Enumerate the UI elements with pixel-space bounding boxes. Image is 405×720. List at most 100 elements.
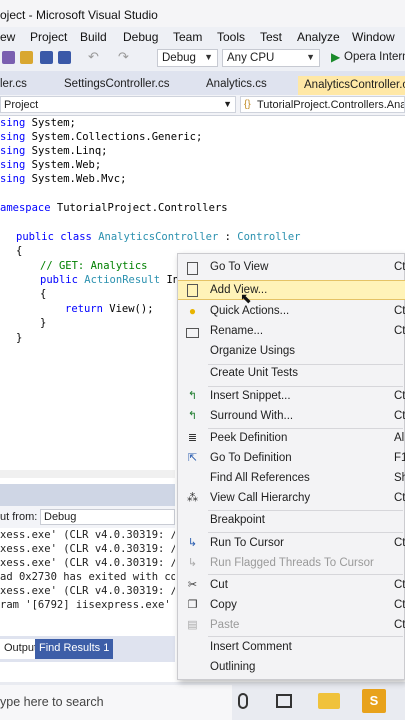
menu-item-go-to-view[interactable]: Go To View Ct [178, 258, 405, 278]
menu-item-cut[interactable]: ✂ Cut Ct [178, 576, 405, 596]
menu-item-add-view[interactable]: Add View... [178, 280, 405, 300]
scope-dropdown[interactable]: {} TutorialProject.Controllers.Ana [240, 96, 405, 113]
run-flagged-threads-icon: ↳ [187, 557, 198, 569]
menu-tools[interactable]: Tools [217, 30, 245, 44]
menu-item-go-to-definition[interactable]: ⇱ Go To Definition F1 [178, 449, 405, 469]
tab-find-results[interactable]: Find Results 1 [35, 639, 114, 659]
open-folder-icon[interactable] [20, 51, 33, 64]
output-line: xess.exe' (CLR v4.0.30319: /L [0, 529, 175, 541]
menu-debug[interactable]: Debug [123, 30, 158, 44]
output-line: xess.exe' (CLR v4.0.30319: /L [0, 585, 175, 597]
tab-label: Find Results 1 [39, 642, 110, 654]
menu-test[interactable]: Test [260, 30, 282, 44]
code-line: amespace TutorialProject.Controllers [0, 202, 228, 214]
tab-label: ler.cs [0, 78, 27, 90]
menu-item-run-flagged-threads[interactable]: ↳ Run Flagged Threads To Cursor [178, 554, 405, 574]
config-dropdown[interactable]: Debug ▼ [157, 49, 218, 67]
task-view-icon[interactable] [276, 694, 292, 708]
call-hierarchy-icon: ⁂ [187, 492, 198, 504]
menu-item-copy[interactable]: ❐ Copy Ct [178, 596, 405, 616]
cut-icon: ✂ [187, 579, 198, 591]
menu-item-paste[interactable]: ▤ Paste Ct [178, 616, 405, 636]
scope-value: TutorialProject.Controllers.Ana [257, 99, 405, 111]
menu-bar: ew Project Build Debug Team Tools Test A… [0, 27, 405, 46]
menu-item-insert-snippet[interactable]: ↰ Insert Snippet... Ct [178, 387, 405, 407]
menu-item-quick-actions[interactable]: ● Quick Actions... Ct [178, 302, 405, 322]
menu-analyze[interactable]: Analyze [297, 30, 340, 44]
run-button-label[interactable]: Opera Intern [344, 51, 405, 63]
app-icon[interactable]: S [362, 689, 386, 713]
project-dropdown[interactable]: Project ▼ [0, 96, 236, 113]
file-explorer-icon[interactable] [318, 693, 340, 709]
code-line: } [40, 317, 47, 329]
menu-item-rename[interactable]: Rename... Ct [178, 322, 405, 342]
code-line: sing System.Web.Mvc; [0, 173, 127, 185]
chevron-down-icon: ▼ [223, 99, 232, 109]
go-to-view-icon [187, 262, 198, 275]
code-line: public ActionResult In [40, 274, 180, 286]
code-line: public class AnalyticsController : Contr… [16, 231, 301, 243]
redo-icon[interactable]: ↷ [118, 49, 129, 65]
namespace-icon: {} [244, 99, 251, 110]
menu-separator [208, 532, 403, 533]
undo-icon[interactable]: ↶ [88, 49, 99, 65]
tab-settings-controller[interactable]: SettingsController.cs [64, 75, 169, 94]
menu-item-find-all-references[interactable]: Find All References Sh [178, 469, 405, 489]
output-panel-header [0, 484, 175, 506]
horizontal-scrollbar[interactable] [0, 470, 175, 478]
new-item-icon[interactable] [2, 51, 15, 64]
document-tabs: ler.cs SettingsController.cs Analytics.c… [0, 71, 405, 95]
taskbar-search-placeholder: ype here to search [0, 695, 104, 709]
paste-icon: ▤ [187, 619, 198, 631]
menu-view[interactable]: ew [0, 30, 15, 44]
menu-item-breakpoint[interactable]: Breakpoint [178, 511, 405, 531]
config-value: Debug [162, 52, 196, 64]
menu-item-outlining[interactable]: Outlining [178, 658, 405, 678]
platform-dropdown[interactable]: Any CPU ▼ [222, 49, 320, 67]
code-line: sing System.Web; [0, 159, 102, 171]
chevron-down-icon: ▼ [204, 52, 213, 62]
menu-item-view-call-hierarchy[interactable]: ⁂ View Call Hierarchy Ct [178, 489, 405, 509]
menu-team[interactable]: Team [173, 30, 202, 44]
tab-label: AnalyticsController.cs [304, 79, 405, 91]
menu-item-run-to-cursor[interactable]: ↳ Run To Cursor Ct [178, 534, 405, 554]
tab-controller[interactable]: ler.cs [0, 75, 27, 94]
menu-item-surround-with[interactable]: ↰ Surround With... Ct [178, 407, 405, 427]
project-value: Project [4, 99, 39, 111]
save-icon[interactable] [40, 51, 53, 64]
menu-project[interactable]: Project [30, 30, 67, 44]
output-line: xess.exe' (CLR v4.0.30319: /L [0, 557, 175, 569]
code-line: // GET: Analytics [40, 260, 148, 272]
menu-item-insert-comment[interactable]: Insert Comment [178, 638, 405, 658]
chevron-down-icon: ▼ [306, 52, 315, 62]
save-all-icon[interactable] [58, 51, 71, 64]
output-source-value: Debug [44, 511, 77, 523]
code-line: return View(); [65, 303, 154, 315]
peek-definition-icon: ≣ [187, 432, 198, 444]
output-line: xess.exe' (CLR v4.0.30319: /L [0, 543, 175, 555]
code-line: } [16, 332, 23, 344]
navigation-bar: Project ▼ {} TutorialProject.Controllers… [0, 95, 405, 116]
output-text: xess.exe' (CLR v4.0.30319: /L xess.exe' … [0, 528, 175, 636]
menu-build[interactable]: Build [80, 30, 107, 44]
tab-analytics[interactable]: Analytics.cs [206, 75, 267, 94]
output-from-label: ut from: [0, 511, 38, 523]
output-line: ad 0x2730 has exited with co [0, 571, 175, 583]
output-source-dropdown[interactable]: Debug [40, 509, 175, 525]
code-line: { [40, 288, 47, 300]
output-source-bar: ut from: Debug [0, 506, 175, 529]
lightbulb-icon: ● [188, 304, 197, 318]
menu-window[interactable]: Window [352, 30, 395, 44]
menu-item-peek-definition[interactable]: ≣ Peek Definition Al [178, 429, 405, 449]
menu-item-create-unit-tests[interactable]: Create Unit Tests [178, 364, 405, 384]
run-icon[interactable]: ▶ [331, 50, 340, 64]
menu-item-organize-usings[interactable]: Organize Usings [178, 342, 405, 362]
go-to-definition-icon: ⇱ [187, 452, 198, 464]
microphone-icon[interactable] [238, 693, 248, 709]
code-line: { [16, 245, 23, 257]
tab-label: SettingsController.cs [64, 78, 170, 90]
add-view-icon [187, 284, 198, 297]
run-to-cursor-icon: ↳ [187, 537, 198, 549]
tab-analytics-controller[interactable]: AnalyticsController.cs [298, 76, 405, 95]
taskbar-search[interactable]: ype here to search [0, 685, 232, 720]
